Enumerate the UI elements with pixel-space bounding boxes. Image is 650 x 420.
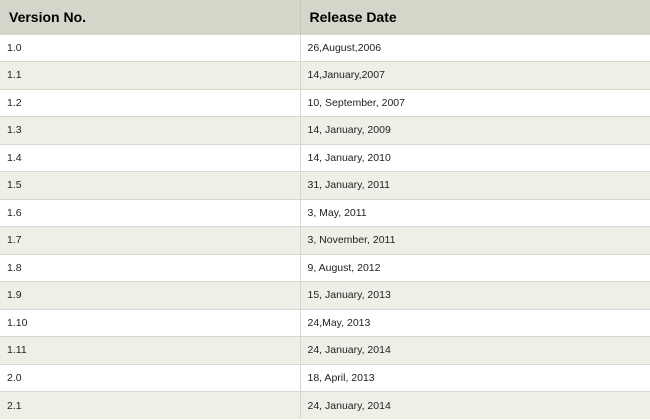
version-cell: 1.8 [0,253,301,282]
version-cell: 2.0 [0,363,301,392]
version-history-table-container: Version No. Release Date 1.0 26,August,20… [0,0,650,420]
release-date-cell: 15, January, 2013 [300,281,650,309]
version-cell: 1.0 [0,33,301,62]
version-cell: 1.10 [0,308,301,337]
version-cell: 1.1 [0,61,301,89]
header-release-date: Release Date [300,0,650,34]
release-date-cell: 14, January, 2009 [300,116,650,144]
table-row: 1.8 9, August, 2012 [0,253,650,282]
table-row: 1.10 24,May, 2013 [0,308,650,337]
table-header: Version No. Release Date [0,0,650,34]
release-date-cell: 24, January, 2014 [300,391,650,419]
table-row: 1.1 14,January,2007 [0,61,650,89]
release-date-cell: 3, November, 2011 [300,226,650,254]
release-date-cell: 9, August, 2012 [300,253,650,282]
release-date-cell: 24,May, 2013 [300,308,650,337]
table-row: 1.7 3, November, 2011 [0,226,650,254]
table-row: 1.2 10, September, 2007 [0,88,650,117]
version-cell: 1.6 [0,198,301,227]
version-cell: 1.7 [0,226,301,254]
table-body: 1.0 26,August,2006 1.1 14,January,2007 1.2 10… [0,33,650,419]
table-row: 1.4 14, January, 2010 [0,143,650,172]
table-row: 1.0 26,August,2006 [0,33,650,62]
version-cell: 1.11 [0,336,301,364]
table-row: 1.5 31, January, 2011 [0,171,650,199]
version-cell: 1.9 [0,281,301,309]
header-row: Version No. Release Date [0,0,650,34]
table-row: 2.1 24, January, 2014 [0,391,650,419]
version-history-table: Version No. Release Date 1.0 26,August,20… [0,0,650,419]
release-date-cell: 26,August,2006 [300,33,650,62]
version-cell: 1.5 [0,171,301,199]
table-row: 1.11 24, January, 2014 [0,336,650,364]
release-date-cell: 14,January,2007 [300,61,650,89]
release-date-cell: 24, January, 2014 [300,336,650,364]
header-version-no: Version No. [0,0,301,34]
release-date-cell: 3, May, 2011 [300,198,650,227]
version-cell: 1.3 [0,116,301,144]
release-date-cell: 10, September, 2007 [300,88,650,117]
table-row: 1.3 14, January, 2009 [0,116,650,144]
table-row: 2.0 18, April, 2013 [0,363,650,392]
version-cell: 1.4 [0,143,301,172]
version-cell: 1.2 [0,88,301,117]
release-date-cell: 14, January, 2010 [300,143,650,172]
release-date-cell: 31, January, 2011 [300,171,650,199]
table-row: 1.9 15, January, 2013 [0,281,650,309]
table-row: 1.6 3, May, 2011 [0,198,650,227]
version-cell: 2.1 [0,391,301,419]
release-date-cell: 18, April, 2013 [300,363,650,392]
